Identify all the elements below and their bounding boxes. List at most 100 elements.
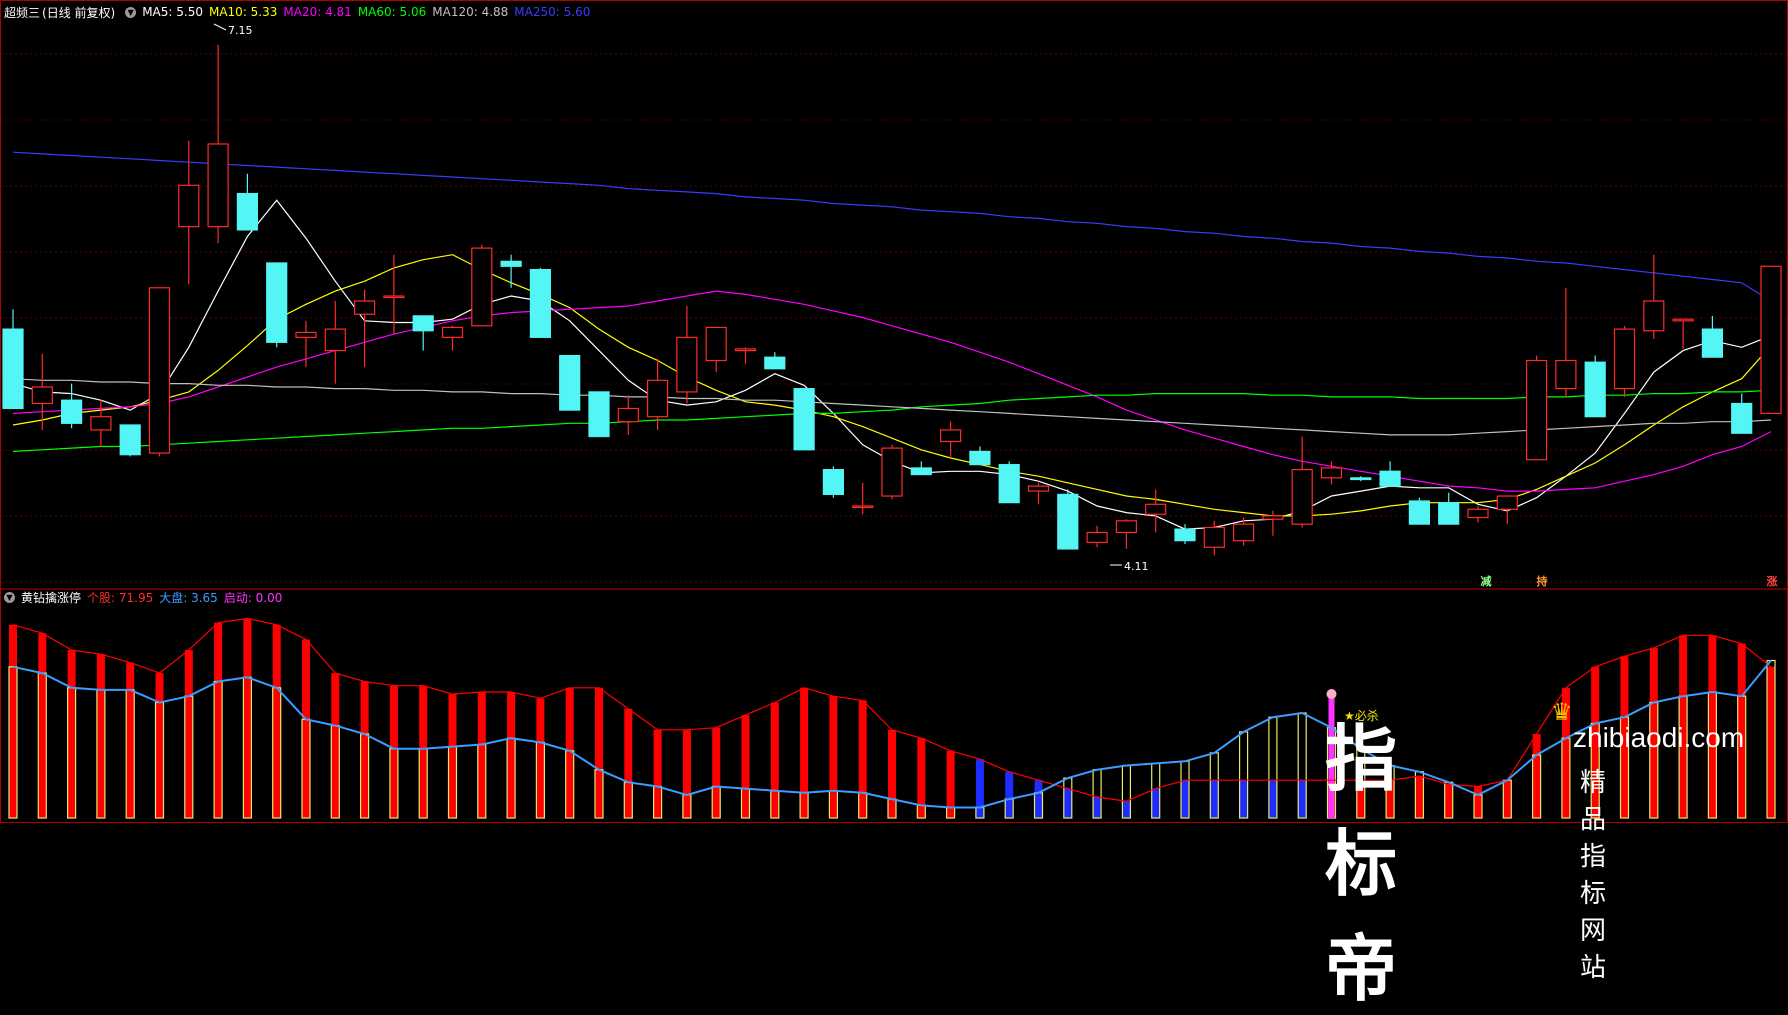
sub-legend: ▼ 黄钻擒涨停 个股: 71.95 大盘: 3.65 启动: 0.00 bbox=[0, 588, 288, 606]
candle-body bbox=[1555, 359, 1577, 390]
candle-body bbox=[60, 399, 83, 424]
candle-body bbox=[441, 326, 464, 338]
stock-bar bbox=[800, 687, 809, 818]
stock-bar bbox=[243, 618, 252, 818]
stock-bar bbox=[96, 654, 105, 818]
sub-toggle-icon[interactable]: ▼ bbox=[4, 591, 15, 603]
candle bbox=[793, 388, 815, 451]
stock-bar bbox=[419, 685, 428, 818]
stock-bar bbox=[653, 729, 662, 818]
candle-body bbox=[1027, 485, 1050, 492]
candle-body bbox=[764, 356, 786, 370]
stock-bar bbox=[67, 650, 76, 818]
candle-body bbox=[1262, 515, 1284, 520]
candle bbox=[646, 358, 669, 430]
candle bbox=[1584, 355, 1606, 418]
candle bbox=[617, 395, 639, 435]
candle-body bbox=[559, 354, 581, 411]
candle-body bbox=[1115, 520, 1138, 534]
ma120-line bbox=[12, 378, 1772, 436]
candles bbox=[2, 44, 1782, 556]
period-label: (日线 前复权) bbox=[42, 5, 116, 20]
candle bbox=[441, 325, 464, 351]
candle-body bbox=[939, 429, 962, 443]
candle-body bbox=[705, 326, 727, 362]
ma5-label: MA5: 5.50 bbox=[142, 5, 203, 19]
candle bbox=[471, 244, 493, 327]
ma120-label: MA120: 4.88 bbox=[432, 5, 509, 19]
signal-rise: 涨 bbox=[1766, 575, 1778, 588]
stock-bar bbox=[302, 639, 310, 818]
candle bbox=[1086, 525, 1108, 548]
candle-body bbox=[1057, 493, 1079, 550]
candle-body bbox=[588, 391, 610, 438]
candle-body bbox=[148, 287, 171, 454]
stock-bar bbox=[1093, 797, 1102, 818]
stock-bar bbox=[1034, 780, 1043, 818]
candle bbox=[1115, 519, 1138, 549]
candle-body bbox=[295, 331, 317, 338]
candle bbox=[1438, 492, 1460, 525]
candle bbox=[500, 254, 522, 288]
main-legend: 超频三 (日线 前复权) ▼ MA5: 5.50 MA10: 5.33 MA20… bbox=[0, 3, 596, 21]
candle-body bbox=[1086, 531, 1108, 543]
candle-body bbox=[617, 407, 639, 423]
stock-bar bbox=[1151, 788, 1160, 818]
candle bbox=[998, 461, 1020, 504]
candle bbox=[910, 461, 932, 476]
candle-body bbox=[90, 416, 112, 431]
stock-bar bbox=[1444, 784, 1453, 818]
candle-body bbox=[998, 464, 1020, 504]
stock-bar bbox=[682, 729, 691, 818]
candle bbox=[588, 391, 610, 438]
stock-bar bbox=[770, 702, 779, 818]
candle-body bbox=[852, 505, 874, 509]
candle bbox=[1672, 318, 1694, 349]
stock-value: 个股: 71.95 bbox=[87, 590, 154, 605]
candle-body bbox=[1613, 328, 1636, 390]
candle bbox=[1027, 482, 1050, 505]
candle bbox=[266, 262, 288, 348]
candle bbox=[676, 305, 698, 404]
candle bbox=[1701, 315, 1724, 358]
candle-body bbox=[324, 328, 346, 352]
stock-bar bbox=[360, 681, 369, 818]
stock-bar bbox=[448, 694, 457, 818]
stock-bar bbox=[1503, 780, 1512, 818]
sub-bars bbox=[8, 618, 1776, 819]
candle bbox=[354, 289, 376, 368]
candle bbox=[764, 352, 786, 370]
stock-bar bbox=[888, 729, 896, 818]
watermark-sub: 精品指标网站 bbox=[1580, 768, 1613, 983]
stock-bar bbox=[477, 692, 486, 818]
stock-bar bbox=[712, 727, 721, 818]
stock-bar bbox=[829, 696, 838, 818]
candle bbox=[207, 44, 229, 244]
candle-body bbox=[646, 379, 669, 418]
candle-body bbox=[1174, 528, 1196, 542]
chart-canvas: 7.15 4.11 ★必杀 bbox=[0, 0, 1788, 823]
ma20-label: MA20: 4.81 bbox=[283, 5, 352, 19]
candle bbox=[1145, 489, 1167, 533]
stock-bar bbox=[1122, 801, 1131, 818]
candle bbox=[852, 482, 874, 515]
candle-body bbox=[471, 247, 493, 327]
candle-body bbox=[2, 328, 24, 410]
stock-bar bbox=[858, 700, 867, 818]
candle-body bbox=[207, 143, 229, 228]
candle bbox=[881, 444, 903, 500]
stock-bar bbox=[9, 624, 17, 818]
signal-hold: 持 bbox=[1536, 575, 1548, 588]
stock-bar bbox=[214, 622, 223, 818]
main-toggle-icon[interactable]: ▼ bbox=[125, 6, 137, 18]
candle bbox=[1232, 517, 1255, 546]
candle-body bbox=[793, 388, 815, 451]
stock-bar bbox=[155, 673, 164, 818]
candle bbox=[1555, 287, 1577, 397]
stock-bar bbox=[1474, 786, 1482, 818]
candle-body bbox=[1760, 265, 1782, 415]
stock-bar bbox=[272, 624, 281, 818]
candle-body bbox=[1731, 402, 1753, 434]
stock-bar bbox=[1415, 776, 1424, 818]
ma60-line bbox=[12, 389, 1772, 452]
